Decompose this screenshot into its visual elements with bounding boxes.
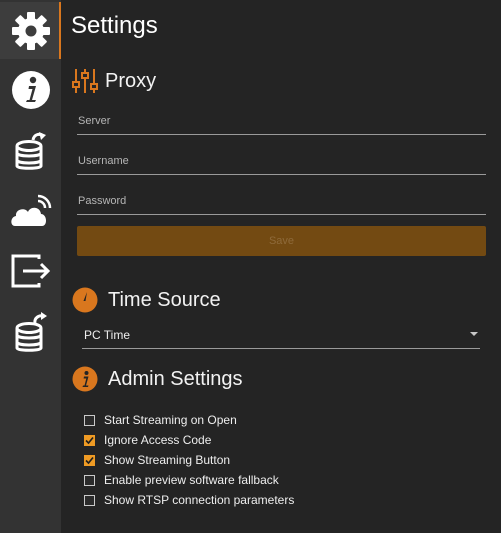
sidebar-item-cloud[interactable] bbox=[0, 183, 61, 240]
password-field[interactable] bbox=[77, 190, 487, 215]
info-icon bbox=[72, 366, 98, 392]
checkbox[interactable] bbox=[84, 454, 95, 466]
server-input[interactable] bbox=[77, 110, 487, 132]
proxy-section-title: Proxy bbox=[105, 69, 157, 92]
save-button[interactable]: Save bbox=[77, 226, 486, 256]
cloud-signal-icon bbox=[10, 194, 51, 226]
time-source-selected-value: PC Time bbox=[84, 328, 131, 342]
sidebar-item-settings[interactable] bbox=[0, 2, 61, 59]
settings-panel: Settings Proxy Save Ti bbox=[61, 0, 501, 533]
option-preview-fallback[interactable]: Enable preview software fallback bbox=[84, 473, 279, 487]
checkbox[interactable] bbox=[84, 474, 95, 486]
info-icon bbox=[11, 70, 50, 109]
sidebar-item-db-import[interactable] bbox=[0, 122, 61, 179]
checkmark-icon bbox=[85, 436, 94, 444]
sidebar-item-db-export[interactable] bbox=[0, 304, 61, 361]
option-label: Show RTSP connection parameters bbox=[104, 493, 295, 507]
sidebar-item-info[interactable] bbox=[0, 61, 61, 118]
server-field[interactable] bbox=[77, 110, 487, 135]
proxy-section-header: Proxy bbox=[72, 67, 156, 95]
gear-icon bbox=[11, 11, 50, 50]
chevron-down-icon bbox=[470, 332, 478, 336]
sliders-icon bbox=[72, 69, 98, 93]
database-export-icon bbox=[15, 311, 47, 352]
time-source-section-header: Time Source bbox=[72, 287, 221, 313]
page-title: Settings bbox=[71, 12, 158, 39]
option-start-streaming[interactable]: Start Streaming on Open bbox=[84, 413, 237, 427]
option-show-streaming-button[interactable]: Show Streaming Button bbox=[84, 453, 230, 467]
checkmark-icon bbox=[85, 456, 94, 464]
time-source-select[interactable]: PC Time bbox=[82, 322, 480, 349]
exit-icon bbox=[11, 254, 50, 287]
password-input[interactable] bbox=[77, 190, 487, 212]
option-label: Ignore Access Code bbox=[104, 433, 212, 447]
admin-section-title: Admin Settings bbox=[108, 367, 243, 390]
option-label: Show Streaming Button bbox=[104, 453, 231, 467]
option-ignore-access-code[interactable]: Ignore Access Code bbox=[84, 433, 211, 447]
username-input[interactable] bbox=[77, 150, 487, 172]
option-label: Enable preview software fallback bbox=[104, 473, 279, 487]
option-show-rtsp-params[interactable]: Show RTSP connection parameters bbox=[84, 493, 294, 507]
option-label: Start Streaming on Open bbox=[104, 413, 237, 427]
checkbox[interactable] bbox=[84, 434, 95, 446]
sidebar-item-exit[interactable] bbox=[0, 242, 61, 299]
time-source-title: Time Source bbox=[108, 288, 221, 311]
sidebar bbox=[0, 0, 61, 533]
clock-icon bbox=[72, 287, 98, 313]
checkbox[interactable] bbox=[84, 414, 95, 426]
admin-section-header: Admin Settings bbox=[72, 366, 243, 392]
checkbox[interactable] bbox=[84, 494, 95, 506]
database-import-icon bbox=[15, 131, 46, 170]
username-field[interactable] bbox=[77, 150, 487, 175]
